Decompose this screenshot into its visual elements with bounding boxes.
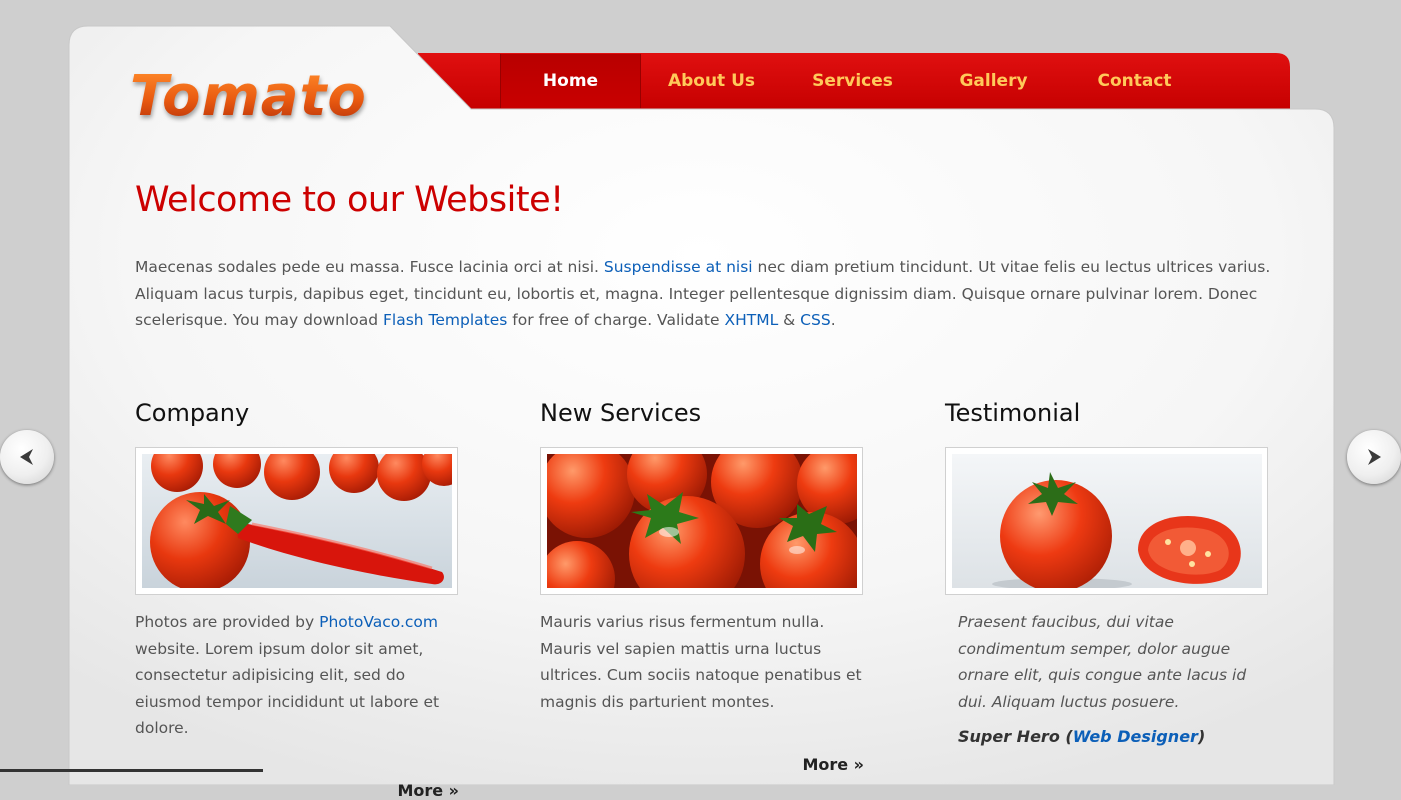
intro-text: . bbox=[830, 311, 836, 329]
services-heading: New Services bbox=[540, 399, 702, 427]
author-name: Super Hero bbox=[958, 727, 1060, 746]
suspendisse-link[interactable]: Suspendisse at nisi bbox=[604, 258, 753, 276]
nav-item-contact[interactable]: Contact bbox=[1064, 54, 1205, 108]
page-wrapper: Tomato Home About Us Services Gallery Co… bbox=[68, 25, 1335, 800]
author-paren-close: ) bbox=[1197, 727, 1206, 746]
nav-item-gallery[interactable]: Gallery bbox=[923, 54, 1064, 108]
main-nav: Home About Us Services Gallery Contact bbox=[500, 54, 1205, 108]
site-logo[interactable]: Tomato bbox=[130, 69, 367, 125]
prev-arrow-button[interactable] bbox=[0, 430, 54, 484]
testimonial-heading: Testimonial bbox=[945, 399, 1081, 427]
author-paren-open: ( bbox=[1059, 727, 1073, 746]
intro-text: for free of charge. Validate bbox=[507, 311, 725, 329]
services-column: New Services Mauris varius risus ferment… bbox=[540, 395, 864, 774]
intro-text: & bbox=[778, 311, 801, 329]
company-heading: Company bbox=[135, 399, 250, 427]
welcome-heading: Welcome to our Website! bbox=[135, 180, 564, 220]
company-text: Photos are provided by PhotoVaco.com web… bbox=[135, 609, 459, 742]
tomato-halves-photo bbox=[952, 454, 1262, 588]
testimonial-image-frame bbox=[945, 447, 1268, 595]
services-image-frame bbox=[540, 447, 863, 595]
arrow-right-icon bbox=[1368, 449, 1381, 465]
web-designer-link[interactable]: Web Designer bbox=[1073, 727, 1198, 746]
tomatoes-closeup-photo bbox=[547, 454, 857, 588]
nav-item-services[interactable]: Services bbox=[782, 54, 923, 108]
services-more-link[interactable]: More » bbox=[802, 755, 864, 774]
xhtml-link[interactable]: XHTML bbox=[724, 311, 778, 329]
nav-item-about-us[interactable]: About Us bbox=[641, 54, 782, 108]
tomatoes-chili-photo bbox=[142, 454, 452, 588]
welcome-paragraph: Maecenas sodales pede eu massa. Fusce la… bbox=[135, 254, 1275, 334]
company-text-end: website. Lorem ipsum dolor sit amet, con… bbox=[135, 639, 440, 738]
intro-text: Maecenas sodales pede eu massa. Fusce la… bbox=[135, 258, 604, 276]
testimonial-column: Testimonial Praesent faucibus, dui vitae… bbox=[945, 395, 1269, 746]
company-more-link[interactable]: More » bbox=[397, 781, 459, 800]
photovaco-link[interactable]: PhotoVaco.com bbox=[319, 613, 438, 631]
testimonial-author: Super Hero (Web Designer) bbox=[958, 727, 1269, 746]
flash-templates-link[interactable]: Flash Templates bbox=[383, 311, 507, 329]
arrow-left-icon bbox=[20, 449, 33, 465]
company-column: Company Photos are provided by PhotoVaco… bbox=[135, 395, 459, 800]
services-text: Mauris varius risus fermentum nulla. Mau… bbox=[540, 613, 862, 711]
nav-item-home[interactable]: Home bbox=[500, 54, 641, 108]
next-arrow-button[interactable] bbox=[1347, 430, 1401, 484]
css-link[interactable]: CSS bbox=[800, 311, 831, 329]
testimonial-quote: Praesent faucibus, dui vitae condimentum… bbox=[958, 613, 1247, 711]
company-text-start: Photos are provided by bbox=[135, 613, 320, 631]
company-image-frame bbox=[135, 447, 458, 595]
